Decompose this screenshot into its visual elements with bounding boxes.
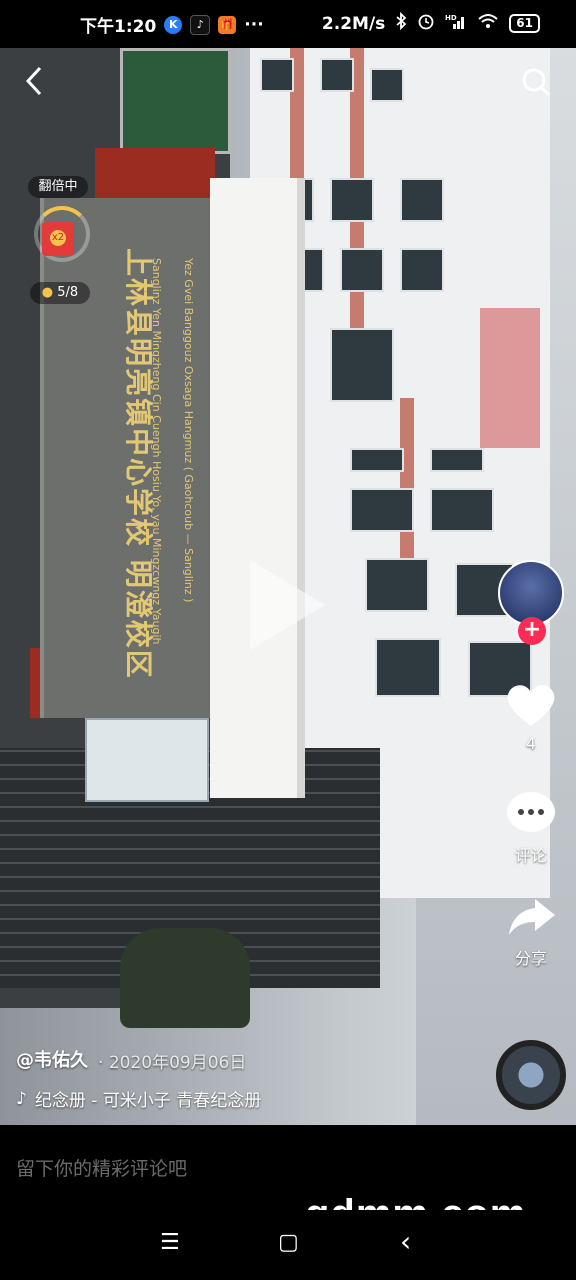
music-note-icon: ♪	[16, 1088, 27, 1109]
comment-button[interactable]: 评论	[496, 788, 566, 866]
green-board	[120, 48, 231, 154]
coin-icon: ●	[41, 285, 54, 300]
battery-icon: 61	[509, 14, 540, 33]
trees	[120, 928, 250, 1028]
home-button[interactable]: ▢	[278, 1230, 299, 1255]
music-title: 纪念册 - 可米小子 青春纪念册	[34, 1091, 262, 1111]
status-bar: 下午1:20 K ♪ 🎁 ··· 2.2M/s HD 61	[0, 0, 576, 48]
heart-icon	[507, 685, 555, 726]
back-button[interactable]	[22, 64, 46, 104]
reward-label: 翻倍中	[28, 176, 88, 198]
red-envelope-icon[interactable]: x2	[42, 222, 74, 256]
comment-icon	[507, 792, 555, 832]
bluetooth-icon	[395, 11, 407, 35]
app-k-icon: K	[164, 15, 183, 34]
post-date: · 2020年09月06日	[98, 1053, 247, 1073]
school-subtitle: Yez Gvei Banggouz Oxsaga Hangmuz ( Gaohc…	[182, 258, 195, 603]
reward-count: ● 5/8	[30, 282, 90, 304]
notice-board	[85, 718, 209, 802]
network-speed: 2.2M/s	[321, 13, 386, 34]
share-icon	[509, 899, 555, 935]
share-button[interactable]: 分享	[496, 895, 566, 969]
gate-pillar	[210, 178, 305, 798]
like-count: 4	[525, 734, 537, 753]
search-button[interactable]	[520, 66, 552, 98]
chevron-left-icon	[25, 66, 42, 96]
more-icon: ···	[244, 14, 264, 35]
music-info[interactable]: ♪ 纪念册 - 可米小子 青春纪念册	[16, 1086, 286, 1112]
red-block-top	[95, 148, 215, 198]
reward-count-value: 5/8	[57, 285, 79, 300]
music-disc[interactable]	[496, 1040, 566, 1110]
comment-label: 评论	[514, 846, 547, 865]
search-icon	[522, 68, 551, 97]
svg-text:HD: HD	[445, 14, 457, 22]
school-pinyin: Sanglinz Yen Mingzheng Cin Cuengh Hosiu …	[150, 258, 163, 645]
status-time: 下午1:20	[80, 17, 157, 37]
play-icon[interactable]	[250, 560, 325, 650]
share-label: 分享	[514, 949, 547, 968]
reward-multiplier: x2	[50, 230, 66, 246]
like-button[interactable]: 4	[496, 680, 566, 753]
author-name[interactable]: @韦佑久	[16, 1046, 88, 1072]
follow-button[interactable]: +	[518, 617, 546, 645]
alarm-icon	[417, 12, 435, 35]
wifi-icon	[477, 12, 499, 35]
app-gift-icon: 🎁	[218, 15, 237, 34]
post-date-value: 2020年09月06日	[108, 1053, 247, 1073]
nav-back-button[interactable]: ‹	[400, 1225, 411, 1258]
tiktok-icon: ♪	[190, 14, 211, 35]
menu-button[interactable]: ☰	[160, 1230, 180, 1255]
hd-signal-icon: HD	[445, 12, 467, 35]
comment-input[interactable]: 留下你的精彩评论吧	[16, 1154, 187, 1181]
